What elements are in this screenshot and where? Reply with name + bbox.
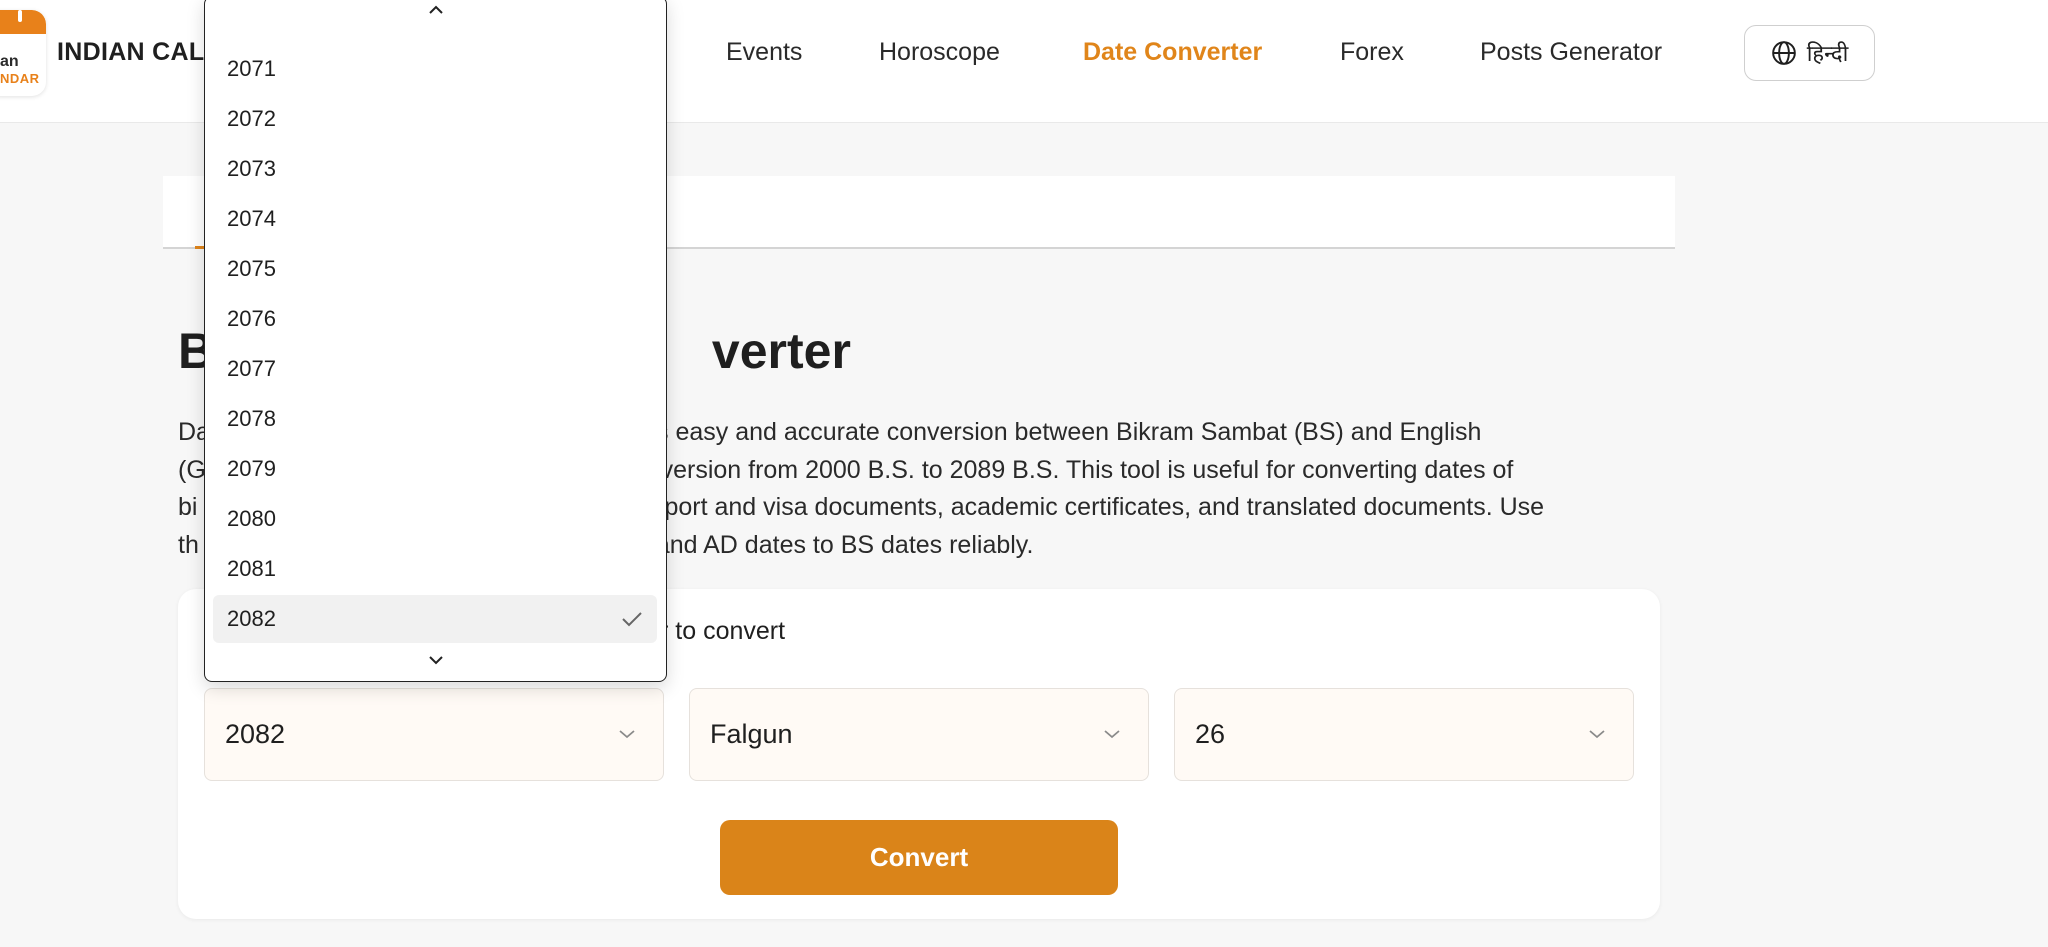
- year-option-selected[interactable]: 2082: [213, 595, 657, 643]
- month-select[interactable]: Falgun: [689, 688, 1149, 781]
- month-select-value: Falgun: [710, 719, 793, 749]
- logo-text-line1: an: [0, 53, 19, 70]
- scroll-up-icon[interactable]: [205, 0, 666, 22]
- year-option[interactable]: 2075: [213, 245, 657, 293]
- year-option[interactable]: 2071: [213, 45, 657, 93]
- year-option[interactable]: 2078: [213, 395, 657, 443]
- language-toggle-button[interactable]: हिन्दी: [1744, 25, 1875, 81]
- year-option[interactable]: 2073: [213, 145, 657, 193]
- scroll-down-icon[interactable]: [205, 649, 666, 672]
- chevron-down-icon: [1092, 724, 1132, 745]
- year-option[interactable]: 2074: [213, 195, 657, 243]
- nav-forex[interactable]: Forex: [1340, 38, 1404, 67]
- convert-button[interactable]: Convert: [720, 820, 1118, 895]
- nav-horoscope[interactable]: Horoscope: [879, 38, 1000, 67]
- site-logo[interactable]: an NDAR: [0, 10, 46, 96]
- year-option[interactable]: 2081: [213, 545, 657, 593]
- year-option[interactable]: 2077: [213, 345, 657, 393]
- year-option[interactable]: 2076: [213, 295, 657, 343]
- page-title-right: verter: [711, 323, 851, 379]
- language-label: हिन्दी: [1806, 41, 1849, 66]
- nav-posts-generator[interactable]: Posts Generator: [1480, 38, 1662, 67]
- checkmark-icon: [622, 612, 642, 627]
- nav-events[interactable]: Events: [726, 38, 802, 67]
- nav-date-converter[interactable]: Date Converter: [1083, 38, 1262, 67]
- year-option[interactable]: 2072: [213, 95, 657, 143]
- year-select-value: 2082: [225, 719, 286, 749]
- brand-name[interactable]: INDIAN CAL: [57, 38, 204, 67]
- chevron-down-icon: [1577, 724, 1617, 745]
- globe-icon: [1771, 41, 1796, 65]
- logo-text-line2: NDAR: [0, 71, 40, 86]
- year-dropdown-list: 2071 2072 2073 2074 2075 2076 2077 2078 …: [204, 0, 667, 682]
- chevron-down-icon: [607, 724, 647, 745]
- day-select-value: 26: [1195, 719, 1226, 749]
- year-option[interactable]: 2079: [213, 445, 657, 493]
- calendar-icon: [0, 10, 46, 34]
- year-select[interactable]: 2082: [204, 688, 664, 781]
- day-select[interactable]: 26: [1174, 688, 1634, 781]
- year-option[interactable]: 2080: [213, 495, 657, 543]
- converter-prompt: r to convert: [660, 617, 786, 645]
